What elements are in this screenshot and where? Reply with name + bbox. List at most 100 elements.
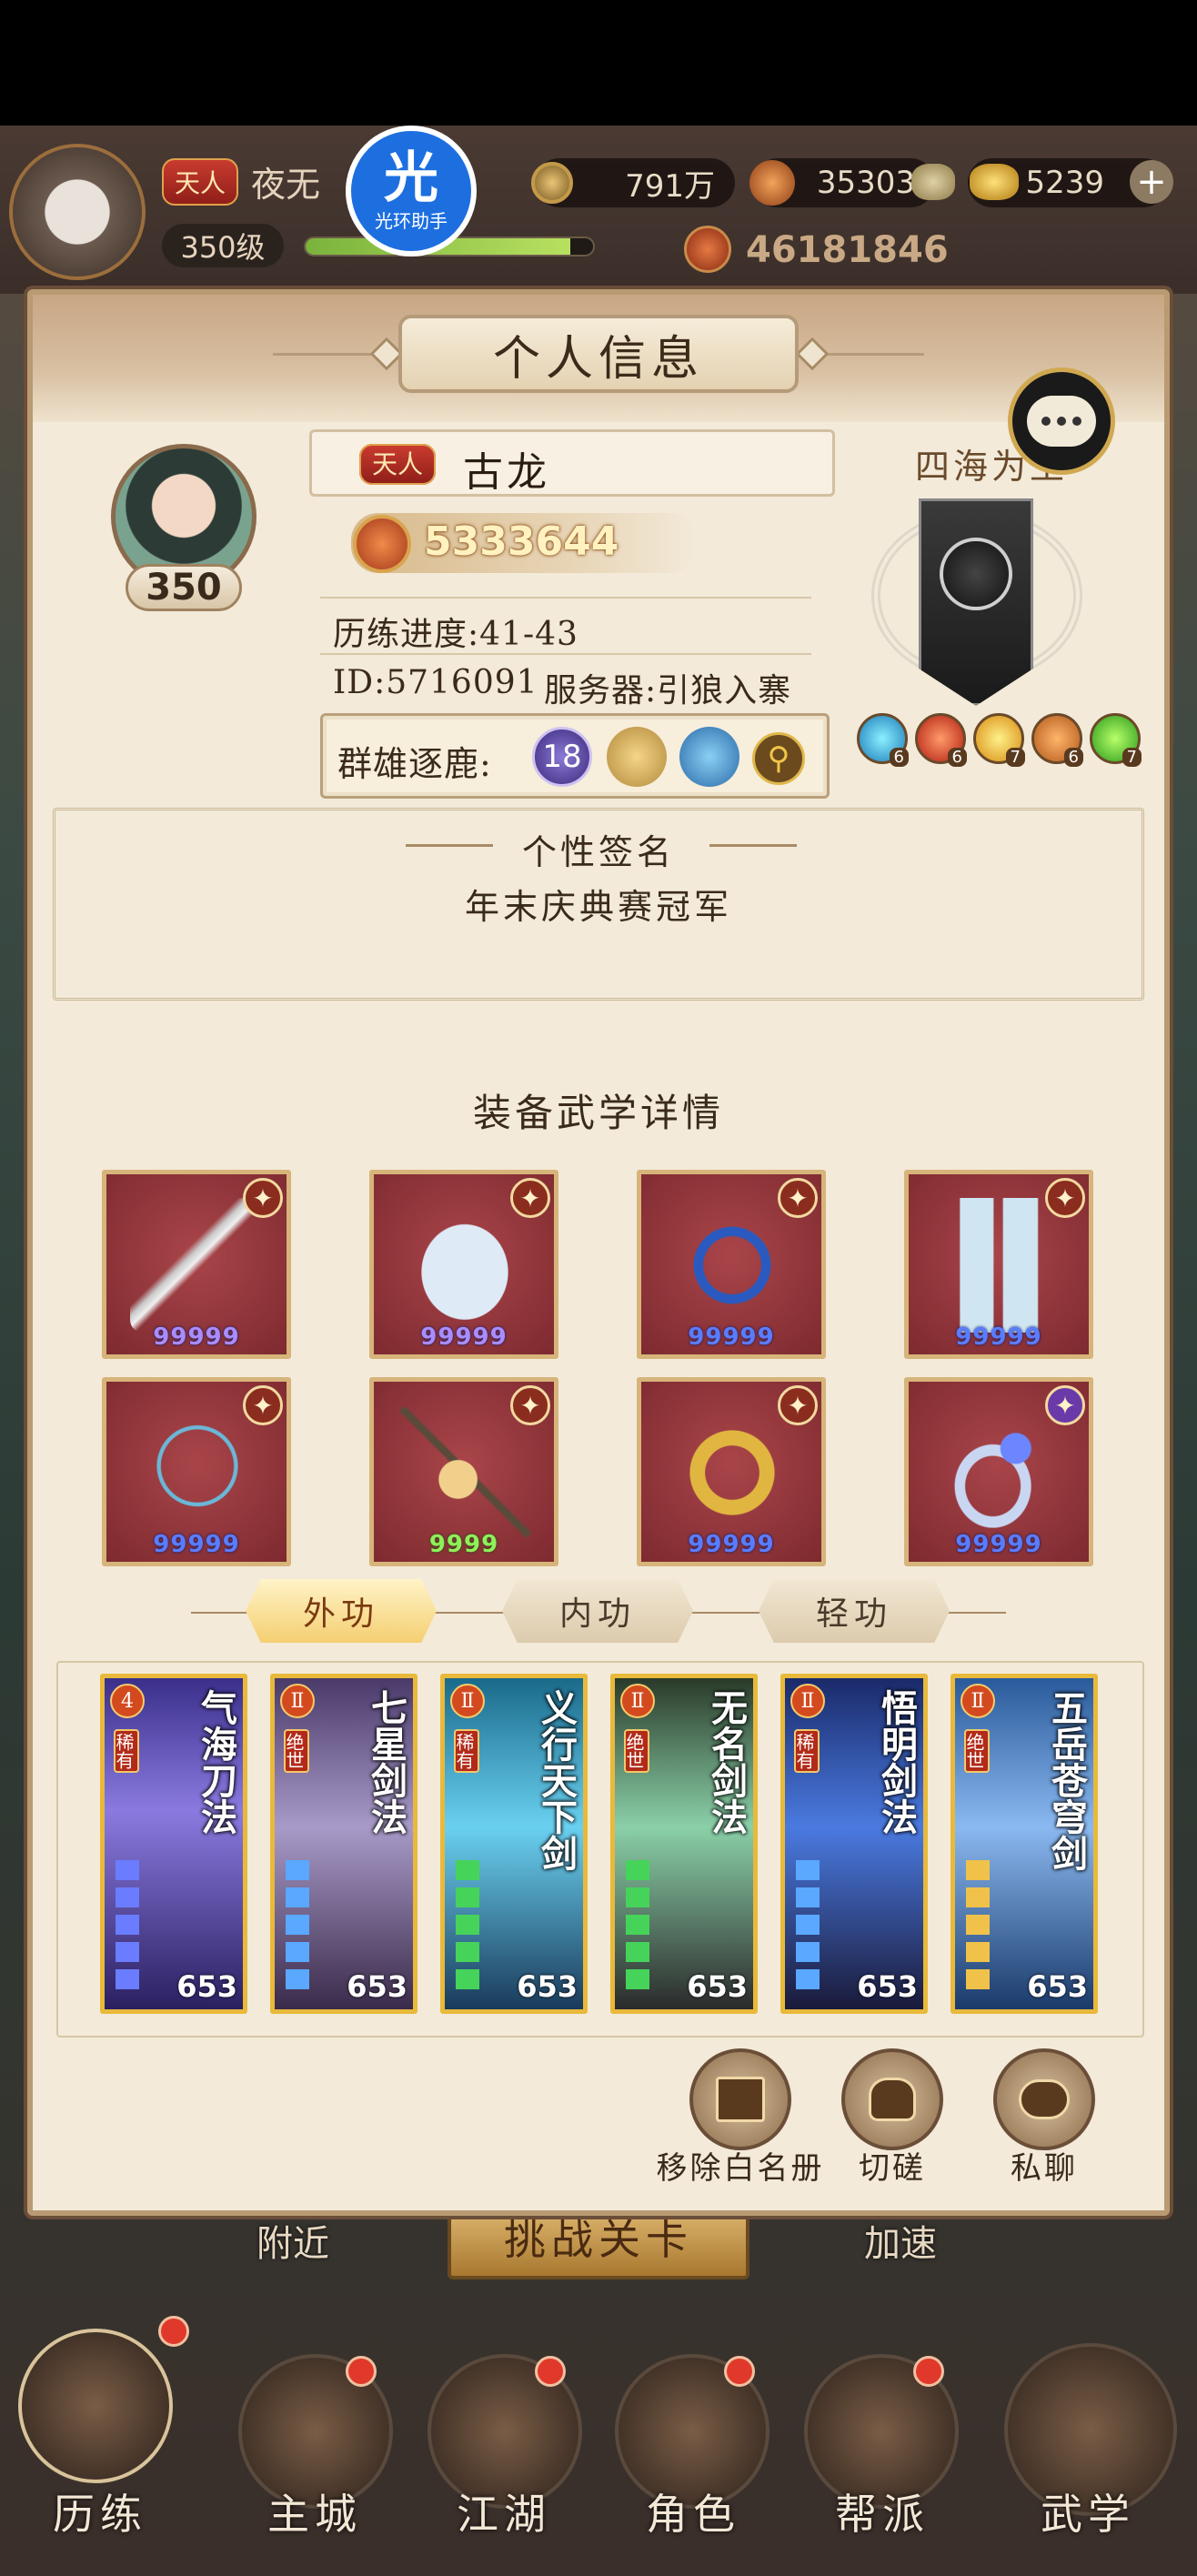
rarity-star-icon: ✦ — [243, 1385, 283, 1425]
rarity-tag: 绝世 — [963, 1729, 990, 1773]
equip-slot-bracelet[interactable]: ✦ 99999 — [637, 1377, 826, 1566]
nearby-button[interactable]: 附近 — [256, 2214, 329, 2267]
equip-slot-ring[interactable]: ✦ 99999 — [904, 1377, 1093, 1566]
nav-guild-badge — [913, 2356, 944, 2387]
nav-jianghu-label[interactable]: 江湖 — [413, 2481, 595, 2541]
chat-bubble-button[interactable] — [1008, 367, 1115, 475]
nav-character-badge — [724, 2356, 755, 2387]
practice-progress: 历练进度:41-43 — [333, 616, 578, 653]
equip-slot-necklace[interactable]: ✦ 99999 — [102, 1377, 291, 1566]
tab-external[interactable]: 外功 — [246, 1579, 437, 1643]
bracelet-icon — [665, 1405, 800, 1540]
equip-slot-robe[interactable]: ✦ 99999 — [369, 1170, 558, 1359]
nav-guild-label[interactable]: 帮派 — [791, 2481, 973, 2541]
spar-label[interactable]: 切磋 — [838, 2143, 947, 2188]
element-count: 7 — [1122, 748, 1142, 767]
rank-badge: Ⅱ — [280, 1684, 315, 1718]
divider — [320, 653, 811, 655]
enhance-pips: 99999 — [688, 1531, 775, 1558]
helper-glyph: 光 — [384, 146, 438, 210]
nav-jianghu-badge — [535, 2356, 566, 2387]
profile-level-badge: 350 — [126, 564, 242, 611]
enhance-pips: 99999 — [955, 1531, 1042, 1558]
rank-badge: 4 — [110, 1684, 145, 1718]
chat-icon — [1019, 2079, 1070, 2119]
martial-name: 七星剑法 — [365, 1689, 407, 1835]
profile-title-badge: 天人 — [359, 444, 437, 485]
sword-icon — [130, 1198, 265, 1333]
helper-app-icon[interactable]: 光 光环助手 — [346, 126, 477, 257]
divider — [320, 597, 811, 599]
ring-icon — [932, 1405, 1067, 1540]
level-pips — [626, 1860, 649, 1997]
martial-level: 653 — [857, 1969, 918, 2004]
tab-internal[interactable]: 内功 — [502, 1579, 693, 1643]
martial-level: 653 — [347, 1969, 407, 2004]
remove-whitelist-button[interactable] — [689, 2048, 791, 2150]
arena-rank-value: 18 — [542, 739, 582, 775]
arena-label: 群雄逐鹿: — [337, 744, 492, 784]
element-beast-icon: 6 — [1031, 713, 1083, 767]
nav-practice-label[interactable]: 历练 — [9, 2481, 191, 2541]
private-chat-label[interactable]: 私聊 — [990, 2143, 1099, 2188]
martial-card[interactable]: Ⅱ 绝世 七星剑法 653 — [270, 1674, 417, 2014]
martial-card[interactable]: Ⅱ 稀有 悟明剑法 653 — [780, 1674, 928, 2014]
rarity-star-icon: ✦ — [243, 1178, 283, 1218]
add-gold-button[interactable]: + — [1130, 160, 1173, 204]
enhance-pips: 99999 — [153, 1323, 240, 1351]
clan-banner-icon[interactable] — [919, 498, 1033, 706]
helper-label: 光环助手 — [375, 209, 448, 232]
rank-badge: Ⅱ — [790, 1684, 825, 1718]
equip-slot-sword[interactable]: ✦ 99999 — [102, 1170, 291, 1359]
server-name: 服务器:引狼入寨 — [544, 672, 792, 709]
power-icon — [353, 515, 411, 573]
rarity-star-icon: ✦ — [510, 1178, 550, 1218]
level-pips — [966, 1860, 990, 1997]
level-pips — [116, 1860, 139, 1997]
coins-value: 791万 — [625, 167, 715, 205]
necklace-icon — [130, 1405, 265, 1540]
spar-button[interactable] — [841, 2048, 943, 2150]
title-badge: 天人 — [162, 157, 239, 206]
nav-martial-label[interactable]: 武学 — [997, 2481, 1179, 2541]
nav-character-label[interactable]: 角色 — [602, 2481, 784, 2541]
remove-whitelist-label[interactable]: 移除白名册 — [642, 2143, 839, 2188]
dialog-title: 个人信息 — [398, 315, 799, 393]
element-fire-icon: 6 — [915, 713, 967, 767]
enhance-pips: 9999 — [428, 1531, 499, 1558]
equip-slot-hairpin[interactable]: ✦ 9999 — [369, 1377, 558, 1566]
top-status-bar: 天人 夜无 350级 791万 35303 5239 + 46181846 — [0, 126, 1197, 294]
silver-icon — [749, 160, 795, 206]
nav-practice-icon[interactable] — [18, 2329, 173, 2483]
player-level: 350级 — [162, 224, 284, 267]
martial-card[interactable]: Ⅱ 稀有 义行天下剑 653 — [440, 1674, 588, 2014]
nav-city-label[interactable]: 主城 — [224, 2481, 406, 2541]
search-icon[interactable]: ⚲ — [752, 732, 805, 785]
player-name: 夜无 — [251, 165, 321, 205]
equip-slot-boots[interactable]: ✦ 99999 — [904, 1170, 1093, 1359]
level-pips — [796, 1860, 820, 1997]
martial-card[interactable]: Ⅱ 绝世 五岳苍穹剑 653 — [951, 1674, 1098, 2014]
element-water-icon: 6 — [857, 713, 909, 767]
rank-badge: Ⅱ — [620, 1684, 655, 1718]
power-icon — [684, 226, 731, 273]
signature-text: 年末庆典赛冠军 — [464, 887, 732, 927]
tab-lightness[interactable]: 轻功 — [759, 1579, 950, 1643]
martial-card[interactable]: 4 稀有 气海刀法 653 — [100, 1674, 247, 2014]
element-count: 6 — [1063, 748, 1083, 767]
martial-level: 653 — [176, 1969, 237, 2004]
martial-card[interactable]: Ⅱ 绝世 无名剑法 653 — [610, 1674, 758, 2014]
trident-icon — [607, 727, 667, 787]
enhance-pips: 99999 — [153, 1531, 240, 1558]
gold-ingot-icon — [970, 164, 1019, 200]
arena-honors: 群雄逐鹿: 18 ⚲ — [320, 713, 830, 799]
private-chat-button[interactable] — [993, 2048, 1095, 2150]
arena-rank-icon: 18 — [532, 727, 592, 787]
speed-button[interactable]: 加速 — [864, 2214, 937, 2267]
equip-slot-belt[interactable]: ✦ 99999 — [637, 1170, 826, 1359]
enhance-pips: 99999 — [688, 1323, 775, 1351]
rarity-star-icon: ✦ — [1045, 1178, 1085, 1218]
element-count: 6 — [889, 748, 909, 767]
fist-icon — [869, 2078, 916, 2121]
player-avatar[interactable] — [9, 144, 146, 280]
